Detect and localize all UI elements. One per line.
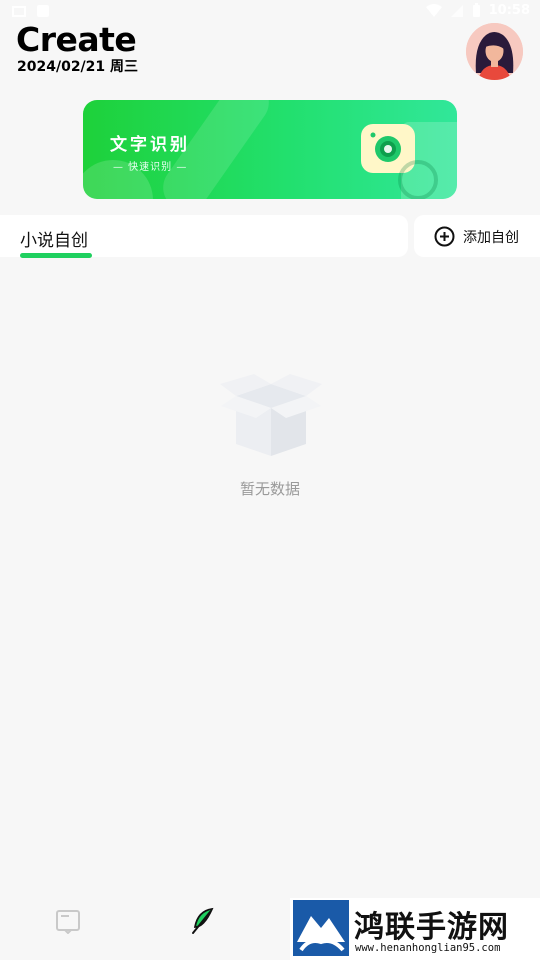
watermark-title: 鸿联手游网: [354, 910, 509, 945]
watermark-logo: [293, 900, 349, 956]
avatar-illustration: [466, 23, 523, 80]
watermark-url: www.henanhonglian95.com: [355, 942, 501, 954]
wifi-icon: [425, 3, 442, 17]
empty-box-icon: [220, 374, 322, 456]
date-label: 2024/02/21 周三: [17, 59, 139, 75]
signal-icon: [450, 4, 463, 17]
app-notification-icon: [37, 5, 49, 17]
add-create-label: 添加自创: [463, 230, 519, 246]
notification-icon: [12, 6, 26, 17]
battery-icon: [472, 3, 480, 17]
tab-novel-create[interactable]: 小说自创: [20, 226, 88, 251]
add-circle-icon: [434, 226, 455, 247]
nav-book-icon[interactable]: [55, 908, 81, 934]
banner-title: 文字识别: [110, 135, 190, 155]
tab-active-indicator: [20, 253, 92, 258]
add-create-button[interactable]: 添加自创: [414, 215, 540, 257]
system-icons: 10:58: [425, 3, 530, 18]
empty-state-message: 暂无数据: [239, 480, 300, 498]
banner-subtitle: — 快速识别 —: [113, 162, 188, 173]
avatar[interactable]: [466, 23, 523, 80]
nav-create-feather-icon[interactable]: [190, 907, 216, 935]
notification-icons: [12, 4, 50, 18]
text-recognition-banner[interactable]: 文字识别 — 快速识别 —: [83, 100, 457, 199]
status-time: 10:58: [488, 3, 530, 18]
page-title: Create: [16, 20, 137, 59]
banner-ring-decoration: [398, 160, 438, 199]
watermark: 鸿联手游网 www.henanhonglian95.com: [290, 898, 540, 960]
